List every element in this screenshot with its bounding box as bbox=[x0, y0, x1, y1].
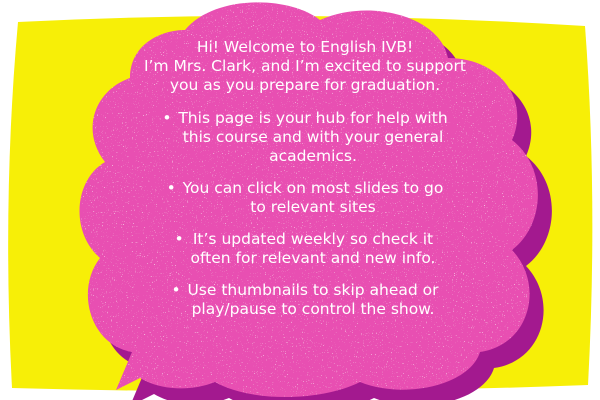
bullet-text: It’s updated weekly so check it often fo… bbox=[191, 230, 436, 268]
bullet-line: to relevant sites bbox=[250, 198, 376, 216]
bullet-text: This page is your hub for help with this… bbox=[178, 109, 447, 166]
bullet-line: It’s updated weekly so check it bbox=[192, 230, 434, 248]
bullet-line: play/pause to control the show. bbox=[191, 300, 435, 318]
bullet-hub: • This page is your hub for help with th… bbox=[120, 109, 490, 166]
bullet-icon: • bbox=[162, 109, 172, 127]
bullet-line: Use thumbnails to skip ahead or bbox=[187, 281, 439, 299]
bullet-line: academics. bbox=[269, 147, 357, 165]
bullet-click-slides: • You can click on most slides to go to … bbox=[120, 179, 490, 217]
intro-line-2: I’m Mrs. Clark, and I’m excited to suppo… bbox=[143, 57, 466, 75]
info-bullet-list: • This page is your hub for help with th… bbox=[120, 109, 490, 319]
intro-line-1: Hi! Welcome to English IVB! bbox=[196, 38, 414, 56]
bullet-icon: • bbox=[166, 179, 176, 197]
bullet-icon: • bbox=[171, 281, 181, 299]
bullet-line: this course and with your general bbox=[182, 128, 444, 146]
bullet-text: You can click on most slides to go to re… bbox=[183, 179, 444, 217]
bullet-text: Use thumbnails to skip ahead or play/pau… bbox=[187, 281, 438, 319]
welcome-slide: Hi! Welcome to English IVB! I’m Mrs. Cla… bbox=[0, 0, 600, 400]
intro-text: Hi! Welcome to English IVB! I’m Mrs. Cla… bbox=[120, 38, 490, 95]
bullet-line: This page is your hub for help with bbox=[178, 109, 448, 127]
bullet-thumbnails: • Use thumbnails to skip ahead or play/p… bbox=[120, 281, 490, 319]
bullet-line: often for relevant and new info. bbox=[190, 249, 436, 267]
bullet-line: You can click on most slides to go bbox=[182, 179, 444, 197]
bullet-icon: • bbox=[174, 230, 184, 248]
welcome-message: Hi! Welcome to English IVB! I’m Mrs. Cla… bbox=[120, 38, 490, 332]
bullet-updated-weekly: • It’s updated weekly so check it often … bbox=[120, 230, 490, 268]
intro-line-3: you as you prepare for graduation. bbox=[169, 76, 441, 94]
